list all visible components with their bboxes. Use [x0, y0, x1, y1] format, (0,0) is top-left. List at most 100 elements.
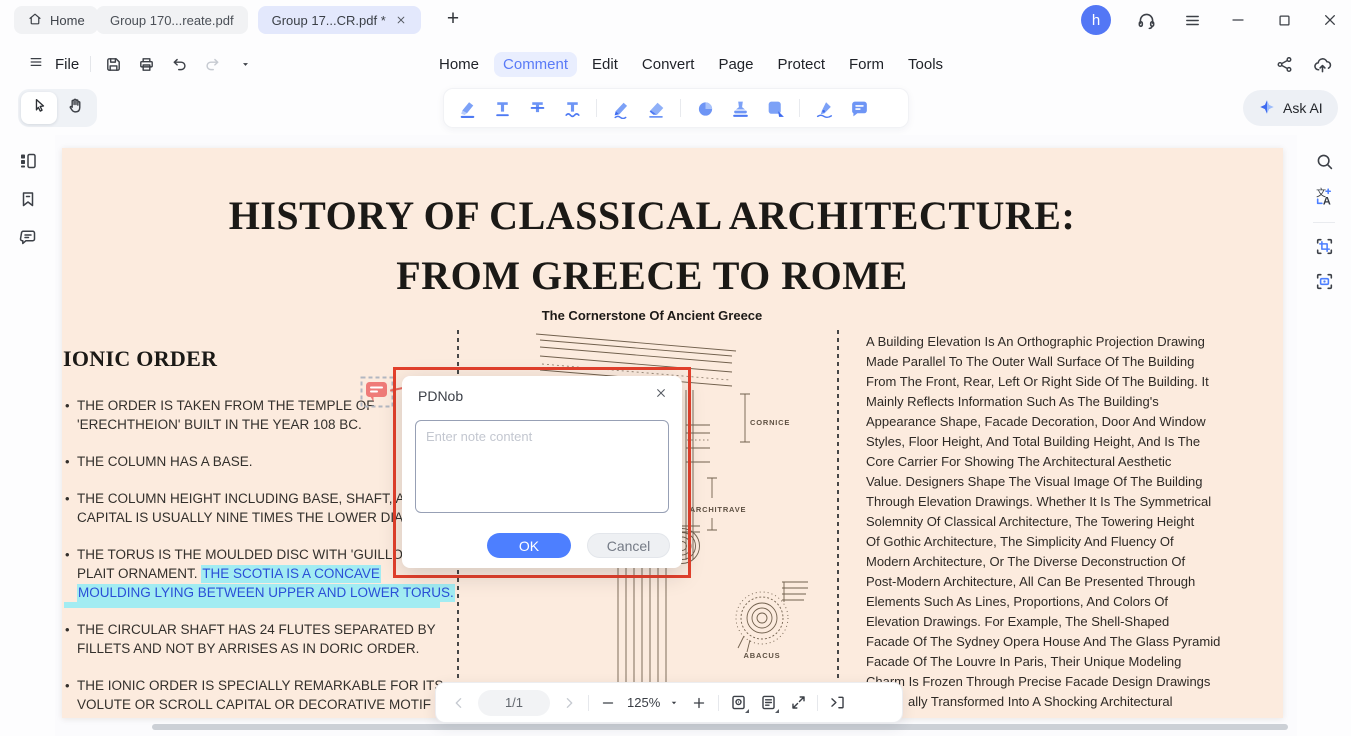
- crop-icon: [1316, 238, 1332, 254]
- menubar: File Home Comment Edit Convert Page Protect Fo…: [0, 40, 1351, 88]
- ribbon-tab-home[interactable]: Home: [430, 52, 488, 77]
- cloud-upload-button[interactable]: [1311, 53, 1333, 75]
- comments-icon: [19, 230, 35, 245]
- sketch-label-architrave: ARCHITRAVE: [690, 505, 747, 514]
- prev-page-icon: [455, 697, 462, 708]
- undo-button[interactable]: [168, 53, 190, 75]
- previous-page-button[interactable]: [448, 692, 470, 714]
- highlight-tool-button[interactable]: [456, 96, 478, 120]
- document-subtitle: The Cornerstone Of Ancient Greece: [541, 308, 763, 323]
- ribbon-tab-comment[interactable]: Comment: [494, 51, 578, 77]
- comments-panel-button[interactable]: [16, 226, 40, 248]
- print-button[interactable]: [135, 53, 157, 75]
- zoom-level[interactable]: 125%: [627, 695, 660, 710]
- file-menu-icon[interactable]: [28, 54, 44, 75]
- zoom-out-button[interactable]: [597, 692, 619, 714]
- paragraph-line: Made Parallel To The Outer Wall Surface …: [866, 354, 1195, 369]
- dock-right-icon: [831, 696, 844, 709]
- eraser-tool-button[interactable]: [645, 96, 667, 120]
- close-window-button[interactable]: [1319, 9, 1341, 31]
- save-button[interactable]: [102, 53, 124, 75]
- file-group: File: [28, 40, 256, 88]
- page-view-mode-button[interactable]: [727, 692, 750, 714]
- history-dropdown-caret-icon[interactable]: [234, 53, 256, 75]
- crop-panel-button[interactable]: [1312, 235, 1336, 257]
- cloud-upload-icon: [1313, 57, 1331, 72]
- hand-tool-button[interactable]: [57, 92, 93, 124]
- redo-button[interactable]: [201, 53, 223, 75]
- ribbon-tab-page[interactable]: Page: [709, 52, 762, 77]
- left-sidebar: [0, 135, 55, 736]
- select-tool-button[interactable]: [21, 92, 57, 124]
- stamp-tool-button[interactable]: [729, 96, 751, 120]
- ribbon-tab-convert[interactable]: Convert: [633, 52, 704, 77]
- horizontal-scrollbar[interactable]: [152, 724, 1288, 730]
- next-page-button[interactable]: [558, 692, 580, 714]
- paragraph-line: Elements Such As Lines, Proportions, And…: [866, 594, 1169, 609]
- ribbon-tab-form[interactable]: Form: [840, 52, 893, 77]
- document-tab-1[interactable]: Group 170...reate.pdf: [96, 6, 248, 34]
- paragraph-line: Core Carrier For Showing The Architectur…: [866, 454, 1172, 469]
- home-tab[interactable]: Home: [14, 6, 98, 34]
- thumbnails-panel-button[interactable]: [16, 150, 40, 172]
- file-menu[interactable]: File: [55, 56, 79, 73]
- ribbon-tab-edit[interactable]: Edit: [583, 52, 627, 77]
- paragraph-line: ally Transformed Into A Shocking Archite…: [908, 694, 1173, 709]
- ribbon-tab-protect[interactable]: Protect: [768, 52, 834, 77]
- caret-down-icon: [242, 62, 248, 66]
- select-area-tool-button[interactable]: [764, 96, 786, 120]
- sparkle-icon: [1260, 99, 1274, 114]
- new-tab-button[interactable]: +: [440, 5, 466, 33]
- underline-tool-button[interactable]: [491, 96, 513, 120]
- close-tab-button[interactable]: [395, 14, 407, 26]
- toolbar-divider: [596, 99, 597, 117]
- app-menu-button[interactable]: [1181, 9, 1203, 31]
- search-panel-button[interactable]: [1312, 150, 1336, 172]
- ok-button[interactable]: OK: [487, 533, 571, 558]
- bookmarks-panel-button[interactable]: [16, 188, 40, 210]
- paragraph-line: Facade Of The Sydney Opera House And The…: [866, 634, 1221, 649]
- pencil-tool-button[interactable]: [610, 96, 632, 120]
- read-mode-button[interactable]: [757, 692, 780, 714]
- titlebar-controls: h: [1081, 0, 1341, 40]
- bullet-item: THE CIRCULAR SHAFT HAS 24 FLUTES SEPARAT…: [65, 620, 477, 658]
- pencil-icon: [613, 102, 627, 119]
- save-icon: [106, 57, 120, 71]
- minimize-button[interactable]: [1227, 9, 1249, 31]
- toggle-panel-button[interactable]: [826, 692, 848, 714]
- signature-tool-button[interactable]: [813, 96, 835, 120]
- thumbnails-icon: [20, 153, 36, 169]
- note-comment-tool-button[interactable]: [848, 96, 870, 120]
- cancel-button[interactable]: Cancel: [587, 533, 670, 558]
- avatar[interactable]: h: [1081, 5, 1111, 35]
- highlighted-text: THE SCOTIA IS A CONCAVE: [201, 565, 381, 583]
- support-button[interactable]: [1135, 9, 1157, 31]
- maximize-icon: [1278, 14, 1290, 26]
- ask-ai-label: Ask AI: [1283, 100, 1323, 116]
- note-dialog: PDNob OK Cancel: [402, 376, 682, 568]
- svg-text:A: A: [1322, 195, 1330, 207]
- note-annotation[interactable]: [360, 376, 394, 413]
- share-button[interactable]: [1273, 53, 1295, 75]
- paragraph-line: Styles, Floor Height, And Total Building…: [866, 434, 1201, 449]
- fullscreen-button[interactable]: [787, 692, 809, 714]
- toolbar-divider: [680, 99, 681, 117]
- document-tab-2[interactable]: Group 17...CR.pdf *: [257, 6, 421, 34]
- note-content-input[interactable]: [415, 420, 669, 513]
- translate-panel-button[interactable]: 文A: [1312, 185, 1336, 207]
- close-icon: [397, 16, 405, 24]
- page-indicator[interactable]: 1/1: [478, 689, 550, 716]
- zoom-in-icon: [694, 697, 705, 708]
- zoom-in-button[interactable]: [688, 692, 710, 714]
- ribbon-tab-tools[interactable]: Tools: [899, 52, 952, 77]
- strikethrough-tool-button[interactable]: [526, 96, 548, 120]
- document-viewport[interactable]: HISTORY OF CLASSICAL ARCHITECTURE: FROM …: [55, 135, 1297, 736]
- maximize-button[interactable]: [1273, 9, 1295, 31]
- squiggly-tool-button[interactable]: [561, 96, 583, 120]
- screenshot-panel-button[interactable]: [1312, 270, 1336, 292]
- shapes-tool-button[interactable]: [694, 96, 716, 120]
- sketch-label-cornice: CORNICE: [750, 418, 790, 427]
- zoom-dropdown-caret-icon[interactable]: [668, 692, 680, 714]
- ask-ai-button[interactable]: Ask AI: [1243, 90, 1338, 126]
- dialog-close-button[interactable]: [652, 386, 670, 404]
